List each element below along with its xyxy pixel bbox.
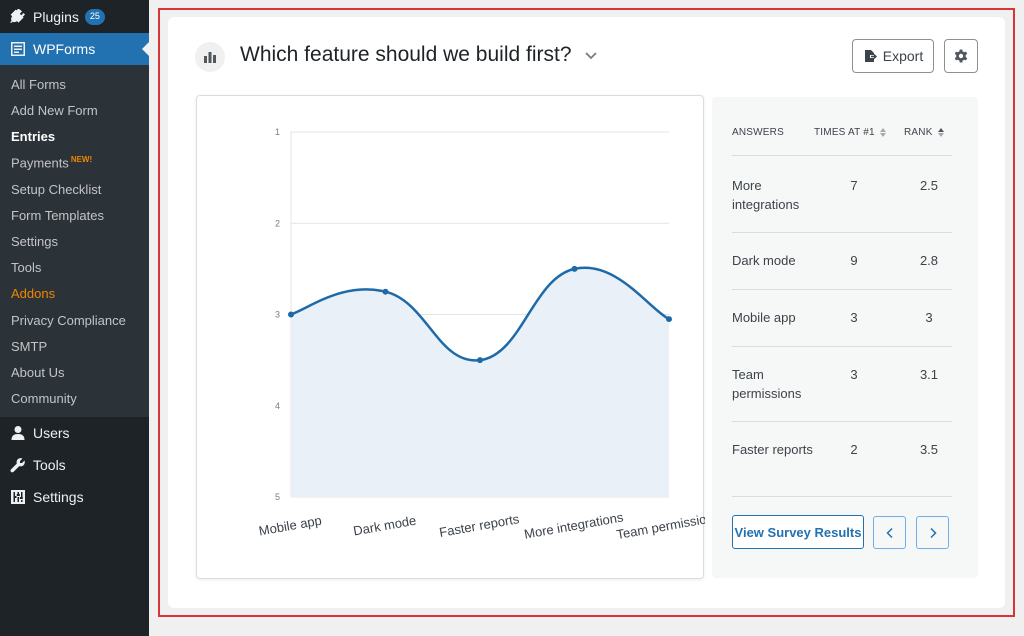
col-header-answers-label: ANSWERS [732,127,784,138]
submenu-smtp[interactable]: SMTP [11,339,47,354]
times-cell: 3 [850,367,858,382]
submenu-about-us[interactable]: About Us [11,365,64,380]
export-button[interactable]: Export [852,39,934,73]
data-point [382,288,389,295]
user-icon [10,425,26,441]
chevron-left-icon [885,527,893,538]
wpforms-icon [10,41,26,57]
x-tick-label: Team permissions [615,509,705,542]
next-question-button[interactable] [916,516,949,549]
plugins-update-badge: 25 [84,9,105,25]
col-header-answers: ANSWERS [732,127,784,138]
area-fill [291,267,669,497]
row-divider [732,496,952,497]
settings-sliders-icon [10,489,26,505]
submenu-community[interactable]: Community [11,391,77,406]
x-tick-label: More integrations [523,509,625,541]
times-cell: 9 [850,253,858,268]
y-tick-label: 5 [275,492,280,502]
submenu-payments-label: Payments [11,155,69,171]
menu-plugins-label: Plugins [33,9,79,25]
rank-cell: 2.8 [919,253,939,268]
question-selector[interactable]: Which feature should we build first? [240,43,598,67]
rank-cell: 3.5 [919,442,939,457]
submenu-tools[interactable]: Tools [11,260,41,275]
col-header-times-label: TIMES AT #1 [814,127,875,138]
answer-cell: Dark mode [732,253,796,268]
data-point [477,357,483,364]
submenu-payments[interactable]: Payments NEW! [11,155,92,170]
wpforms-submenu: All Forms Add New Form Entries Payments N… [0,65,149,417]
admin-sidebar: Plugins 25 WPForms All Forms Add New For… [0,0,149,636]
results-table-panel [712,97,978,578]
submenu-entries[interactable]: Entries [11,129,55,144]
x-tick-label: Dark mode [352,513,417,539]
y-tick-label: 4 [275,401,280,411]
data-point [666,316,672,323]
submenu-form-templates[interactable]: Form Templates [11,208,104,223]
submenu-setup-checklist[interactable]: Setup Checklist [11,182,101,197]
previous-question-button[interactable] [873,516,906,549]
menu-wpforms[interactable]: WPForms [0,33,149,65]
bar-chart-icon [195,42,225,72]
question-title: Which feature should we build first? [240,43,572,66]
times-cell: 2 [850,442,858,457]
answer-cell: Team permissions [732,367,802,401]
answer-cell: More integrations [732,178,800,212]
chevron-down-icon [584,48,598,62]
current-menu-arrow [142,42,149,56]
menu-users[interactable]: Users [0,417,149,449]
menu-settings-label: Settings [33,489,84,505]
x-tick-label: Faster reports [438,511,521,540]
chevron-right-icon [929,527,937,538]
col-header-times[interactable]: TIMES AT #1 [814,127,886,138]
row-divider [732,346,952,347]
menu-plugins[interactable]: Plugins 25 [0,1,149,33]
answer-cell: Faster reports [732,442,813,457]
col-header-rank[interactable]: RANK [904,127,944,138]
sort-icon [879,128,886,137]
submenu-all-forms[interactable]: All Forms [11,77,66,92]
submenu-privacy-compliance[interactable]: Privacy Compliance [11,313,126,328]
col-header-rank-label: RANK [904,127,933,138]
times-cell: 7 [850,178,858,193]
answer-cell: Mobile app [732,310,796,325]
rank-cell: 2.5 [919,178,939,193]
row-divider [732,421,952,422]
rank-area-chart: 1 2 3 4 5 Mobile app Dark mode Faster reports Mo… [258,127,705,542]
submenu-addons[interactable]: Addons [11,286,55,301]
x-tick-label: Mobile app [258,513,323,539]
times-cell: 3 [850,310,858,325]
wrench-icon [10,457,26,473]
y-tick-label: 3 [275,310,280,320]
menu-users-label: Users [33,425,70,441]
y-tick-label: 1 [275,127,280,137]
row-divider [732,155,952,156]
plug-icon [10,9,26,25]
submenu-settings[interactable]: Settings [11,234,58,249]
export-label: Export [882,48,924,64]
view-survey-results-button[interactable]: View Survey Results [732,515,864,549]
chart-panel: 1 2 3 4 5 Mobile app Dark mode Faster reports Mo… [196,95,705,579]
menu-tools[interactable]: Tools [0,449,149,481]
menu-settings[interactable]: Settings [0,481,149,513]
y-tick-label: 2 [275,218,280,228]
data-point [288,311,294,318]
row-divider [732,232,952,233]
menu-tools-label: Tools [33,457,66,473]
rank-cell: 3.1 [919,367,939,382]
gear-icon [954,49,968,63]
sort-icon [937,128,944,137]
export-file-icon [864,50,877,62]
new-badge: NEW! [70,155,93,164]
rank-cell: 3 [925,310,933,325]
menu-wpforms-label: WPForms [33,41,96,57]
data-point [571,265,578,272]
submenu-add-new-form[interactable]: Add New Form [11,103,98,118]
settings-button[interactable] [944,39,978,73]
row-divider [732,289,952,290]
